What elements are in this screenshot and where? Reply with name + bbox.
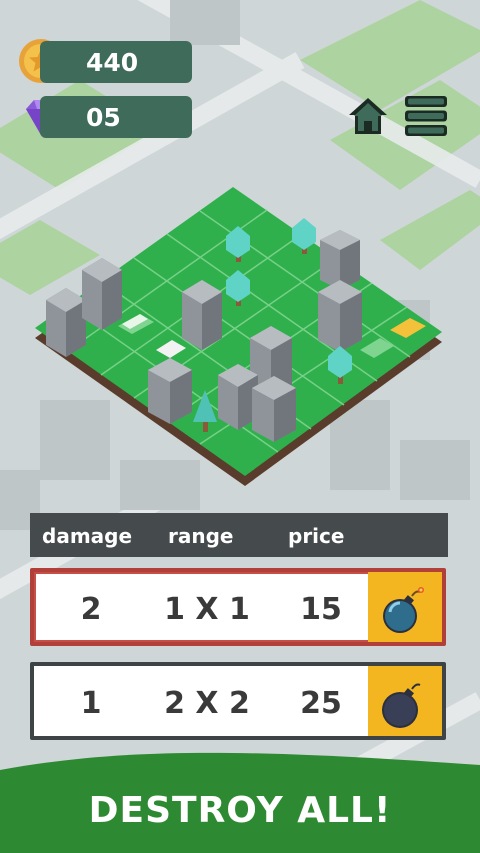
- bomb-lit-icon: [383, 587, 424, 633]
- row-damage: 1: [80, 686, 102, 721]
- building: [148, 358, 192, 424]
- building: [318, 280, 362, 352]
- bomb-table-header: damage range price: [30, 513, 448, 557]
- gem-counter: 05: [40, 96, 192, 138]
- coin-counter: 440: [40, 41, 192, 83]
- row-price: 25: [300, 686, 342, 721]
- building: [46, 288, 86, 357]
- bomb-option-row[interactable]: 2 1 X 1 15: [30, 568, 446, 646]
- bomb-option-row[interactable]: 1 2 X 2 25: [30, 662, 446, 740]
- coin-count: 440: [86, 47, 139, 77]
- bomb-select-button[interactable]: [368, 572, 442, 642]
- row-damage: 2: [80, 592, 102, 627]
- row-price: 15: [300, 592, 342, 627]
- bomb-select-button[interactable]: [368, 666, 442, 736]
- header-damage: damage: [42, 524, 133, 548]
- bomb-icon: [382, 683, 421, 728]
- row-range: 2 X 2: [164, 686, 250, 721]
- destroy-all-banner: DESTROY ALL!: [88, 790, 392, 831]
- menu-icon[interactable]: [404, 95, 448, 137]
- building: [252, 376, 296, 442]
- row-range: 1 X 1: [164, 592, 250, 627]
- building: [182, 280, 222, 350]
- header-range: range: [168, 524, 234, 548]
- gem-count: 05: [86, 102, 121, 132]
- header-price: price: [288, 524, 345, 548]
- building: [82, 258, 122, 330]
- home-icon[interactable]: [346, 95, 390, 137]
